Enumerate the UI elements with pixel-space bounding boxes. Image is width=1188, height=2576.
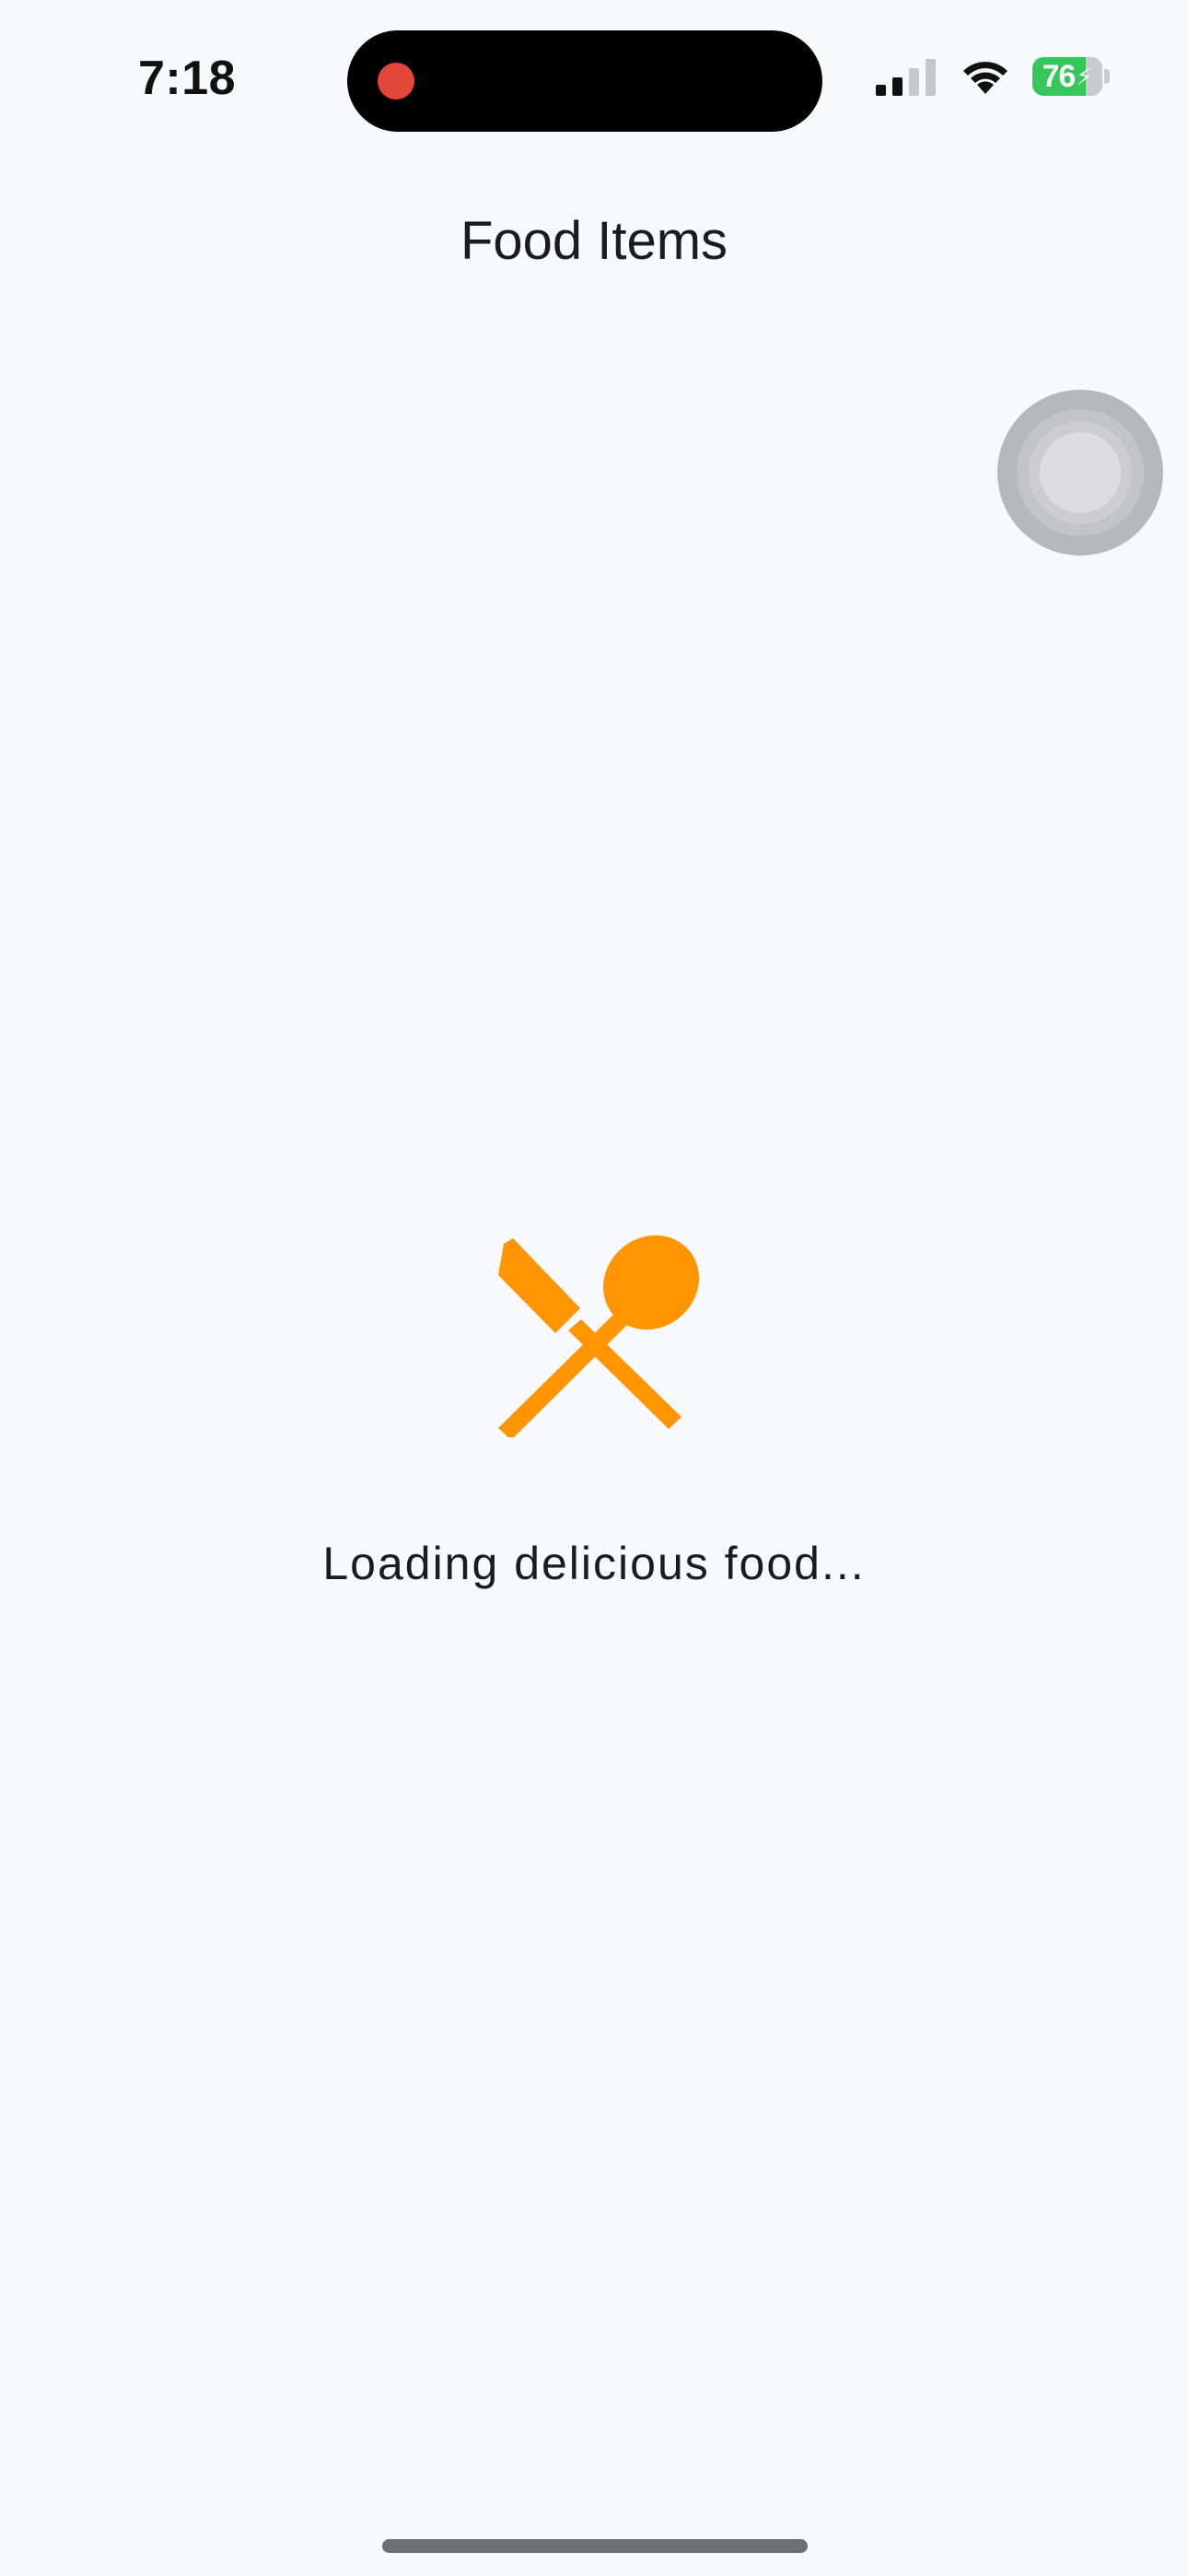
battery-level: 76 [1042,58,1077,94]
loading-message: Loading delicious food... [322,1538,866,1589]
assistive-touch-icon [1040,432,1121,513]
status-time: 7:18 [138,52,237,105]
assistive-touch-button[interactable] [997,390,1163,556]
battery-icon: 76 ⚡ [1032,57,1103,96]
utensils-crossed-icon [498,1235,699,1437]
battery-cap [1104,69,1110,84]
cellular-signal-icon [876,59,936,96]
battery-indicator: 76 ⚡ [1032,57,1110,96]
wifi-icon [963,62,1007,94]
recording-indicator-icon [378,63,414,100]
home-indicator[interactable] [382,2539,808,2553]
charging-bolt-icon: ⚡ [1076,62,1093,90]
page-title: Food Items [460,211,728,271]
dynamic-island [347,30,822,132]
status-icons: 76 ⚡ [876,57,1110,96]
